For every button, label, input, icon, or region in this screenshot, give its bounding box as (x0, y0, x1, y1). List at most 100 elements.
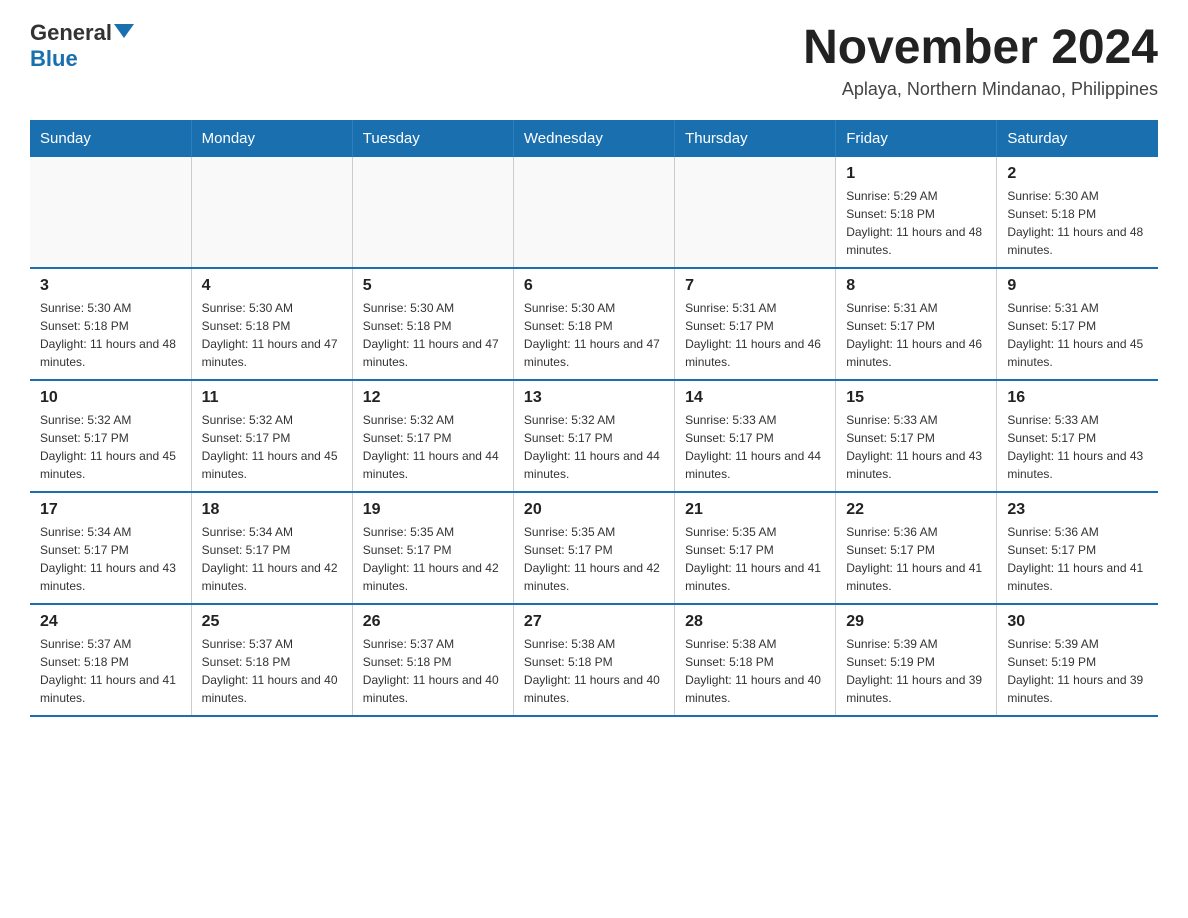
calendar-cell: 22 Sunrise: 5:36 AM Sunset: 5:17 PM Dayli… (836, 492, 997, 604)
calendar-cell (513, 157, 674, 268)
day-info: Sunrise: 5:37 AM Sunset: 5:18 PM Dayligh… (363, 635, 503, 707)
day-number: 24 (40, 613, 181, 631)
calendar-cell: 21 Sunrise: 5:35 AM Sunset: 5:17 PM Dayli… (675, 492, 836, 604)
header: General Blue November 2024 Aplaya, North… (30, 20, 1158, 100)
day-number: 25 (202, 613, 342, 631)
calendar-cell: 8 Sunrise: 5:31 AM Sunset: 5:17 PM Daylig… (836, 268, 997, 380)
day-info: Sunrise: 5:34 AM Sunset: 5:17 PM Dayligh… (40, 523, 181, 595)
logo-triangle-icon (114, 24, 134, 38)
calendar-cell: 3Sunrise: 5:30 AM Sunset: 5:18 PM Daylig… (30, 268, 191, 380)
day-info: Sunrise: 5:32 AM Sunset: 5:17 PM Dayligh… (40, 411, 181, 483)
day-number: 27 (524, 613, 664, 631)
calendar-cell (191, 157, 352, 268)
day-info: Sunrise: 5:38 AM Sunset: 5:18 PM Dayligh… (685, 635, 825, 707)
calendar-cell: 24 Sunrise: 5:37 AM Sunset: 5:18 PM Dayli… (30, 604, 191, 716)
logo-general-text: General (30, 20, 112, 46)
column-header-sunday: Sunday (30, 120, 191, 157)
day-info: Sunrise: 5:36 AM Sunset: 5:17 PM Dayligh… (1007, 523, 1148, 595)
calendar-cell: 4 Sunrise: 5:30 AM Sunset: 5:18 PM Daylig… (191, 268, 352, 380)
day-info: Sunrise: 5:33 AM Sunset: 5:17 PM Dayligh… (1007, 411, 1148, 483)
day-number: 12 (363, 389, 503, 407)
day-number: 2 (1007, 165, 1148, 183)
calendar-cell: 16Sunrise: 5:33 AM Sunset: 5:17 PM Dayli… (997, 380, 1158, 492)
column-header-friday: Friday (836, 120, 997, 157)
calendar-week-row: 1Sunrise: 5:29 AM Sunset: 5:18 PM Daylig… (30, 157, 1158, 268)
day-number: 26 (363, 613, 503, 631)
day-number: 21 (685, 501, 825, 519)
month-title: November 2024 (803, 20, 1158, 75)
day-number: 17 (40, 501, 181, 519)
day-info: Sunrise: 5:35 AM Sunset: 5:17 PM Dayligh… (363, 523, 503, 595)
calendar-cell: 19 Sunrise: 5:35 AM Sunset: 5:17 PM Dayli… (352, 492, 513, 604)
calendar-cell: 6 Sunrise: 5:30 AM Sunset: 5:18 PM Daylig… (513, 268, 674, 380)
day-number: 30 (1007, 613, 1148, 631)
day-number: 13 (524, 389, 664, 407)
day-info: Sunrise: 5:34 AM Sunset: 5:17 PM Dayligh… (202, 523, 342, 595)
day-number: 1 (846, 165, 986, 183)
day-number: 15 (846, 389, 986, 407)
day-info: Sunrise: 5:30 AM Sunset: 5:18 PM Dayligh… (363, 299, 503, 371)
calendar-cell: 15 Sunrise: 5:33 AM Sunset: 5:17 PM Dayli… (836, 380, 997, 492)
day-number: 18 (202, 501, 342, 519)
day-info: Sunrise: 5:38 AM Sunset: 5:18 PM Dayligh… (524, 635, 664, 707)
day-number: 8 (846, 277, 986, 295)
logo-blue-text: Blue (30, 46, 78, 72)
calendar-table: SundayMondayTuesdayWednesdayThursdayFrid… (30, 120, 1158, 717)
calendar-cell: 18 Sunrise: 5:34 AM Sunset: 5:17 PM Dayli… (191, 492, 352, 604)
day-number: 4 (202, 277, 342, 295)
calendar-cell: 17 Sunrise: 5:34 AM Sunset: 5:17 PM Dayli… (30, 492, 191, 604)
calendar-cell: 9 Sunrise: 5:31 AM Sunset: 5:17 PM Daylig… (997, 268, 1158, 380)
calendar-cell: 23 Sunrise: 5:36 AM Sunset: 5:17 PM Dayli… (997, 492, 1158, 604)
day-number: 29 (846, 613, 986, 631)
day-number: 23 (1007, 501, 1148, 519)
day-info: Sunrise: 5:39 AM Sunset: 5:19 PM Dayligh… (846, 635, 986, 707)
column-header-tuesday: Tuesday (352, 120, 513, 157)
day-number: 3 (40, 277, 181, 295)
day-info: Sunrise: 5:32 AM Sunset: 5:17 PM Dayligh… (524, 411, 664, 483)
day-number: 22 (846, 501, 986, 519)
day-info: Sunrise: 5:31 AM Sunset: 5:17 PM Dayligh… (685, 299, 825, 371)
day-info: Sunrise: 5:30 AM Sunset: 5:18 PM Dayligh… (202, 299, 342, 371)
column-header-saturday: Saturday (997, 120, 1158, 157)
day-info: Sunrise: 5:33 AM Sunset: 5:17 PM Dayligh… (685, 411, 825, 483)
day-info: Sunrise: 5:33 AM Sunset: 5:17 PM Dayligh… (846, 411, 986, 483)
day-number: 7 (685, 277, 825, 295)
calendar-cell: 27 Sunrise: 5:38 AM Sunset: 5:18 PM Dayli… (513, 604, 674, 716)
day-info: Sunrise: 5:32 AM Sunset: 5:17 PM Dayligh… (202, 411, 342, 483)
day-info: Sunrise: 5:37 AM Sunset: 5:18 PM Dayligh… (202, 635, 342, 707)
day-number: 9 (1007, 277, 1148, 295)
day-number: 28 (685, 613, 825, 631)
title-area: November 2024 Aplaya, Northern Mindanao,… (803, 20, 1158, 100)
day-info: Sunrise: 5:30 AM Sunset: 5:18 PM Dayligh… (524, 299, 664, 371)
column-header-monday: Monday (191, 120, 352, 157)
day-info: Sunrise: 5:32 AM Sunset: 5:17 PM Dayligh… (363, 411, 503, 483)
calendar-cell: 25 Sunrise: 5:37 AM Sunset: 5:18 PM Dayli… (191, 604, 352, 716)
day-number: 6 (524, 277, 664, 295)
calendar-cell: 1Sunrise: 5:29 AM Sunset: 5:18 PM Daylig… (836, 157, 997, 268)
column-header-thursday: Thursday (675, 120, 836, 157)
calendar-cell: 26 Sunrise: 5:37 AM Sunset: 5:18 PM Dayli… (352, 604, 513, 716)
day-number: 19 (363, 501, 503, 519)
calendar-cell: 12 Sunrise: 5:32 AM Sunset: 5:17 PM Dayli… (352, 380, 513, 492)
calendar-cell: 10Sunrise: 5:32 AM Sunset: 5:17 PM Dayli… (30, 380, 191, 492)
day-number: 14 (685, 389, 825, 407)
location-subtitle: Aplaya, Northern Mindanao, Philippines (803, 79, 1158, 100)
calendar-cell (675, 157, 836, 268)
calendar-cell (352, 157, 513, 268)
day-number: 20 (524, 501, 664, 519)
calendar-cell: 13 Sunrise: 5:32 AM Sunset: 5:17 PM Dayli… (513, 380, 674, 492)
calendar-cell: 5 Sunrise: 5:30 AM Sunset: 5:18 PM Daylig… (352, 268, 513, 380)
calendar-cell: 28 Sunrise: 5:38 AM Sunset: 5:18 PM Dayli… (675, 604, 836, 716)
day-info: Sunrise: 5:39 AM Sunset: 5:19 PM Dayligh… (1007, 635, 1148, 707)
calendar-cell: 14 Sunrise: 5:33 AM Sunset: 5:17 PM Dayli… (675, 380, 836, 492)
day-info: Sunrise: 5:36 AM Sunset: 5:17 PM Dayligh… (846, 523, 986, 595)
day-info: Sunrise: 5:31 AM Sunset: 5:17 PM Dayligh… (846, 299, 986, 371)
day-info: Sunrise: 5:35 AM Sunset: 5:17 PM Dayligh… (685, 523, 825, 595)
day-number: 5 (363, 277, 503, 295)
calendar-week-row: 24 Sunrise: 5:37 AM Sunset: 5:18 PM Dayli… (30, 604, 1158, 716)
logo: General Blue (30, 20, 134, 72)
day-info: Sunrise: 5:37 AM Sunset: 5:18 PM Dayligh… (40, 635, 181, 707)
day-info: Sunrise: 5:31 AM Sunset: 5:17 PM Dayligh… (1007, 299, 1148, 371)
calendar-week-row: 17 Sunrise: 5:34 AM Sunset: 5:17 PM Dayli… (30, 492, 1158, 604)
calendar-week-row: 3 Sunrise: 5:30 AM Sunset: 5:18 PM Daylig… (30, 268, 1158, 380)
